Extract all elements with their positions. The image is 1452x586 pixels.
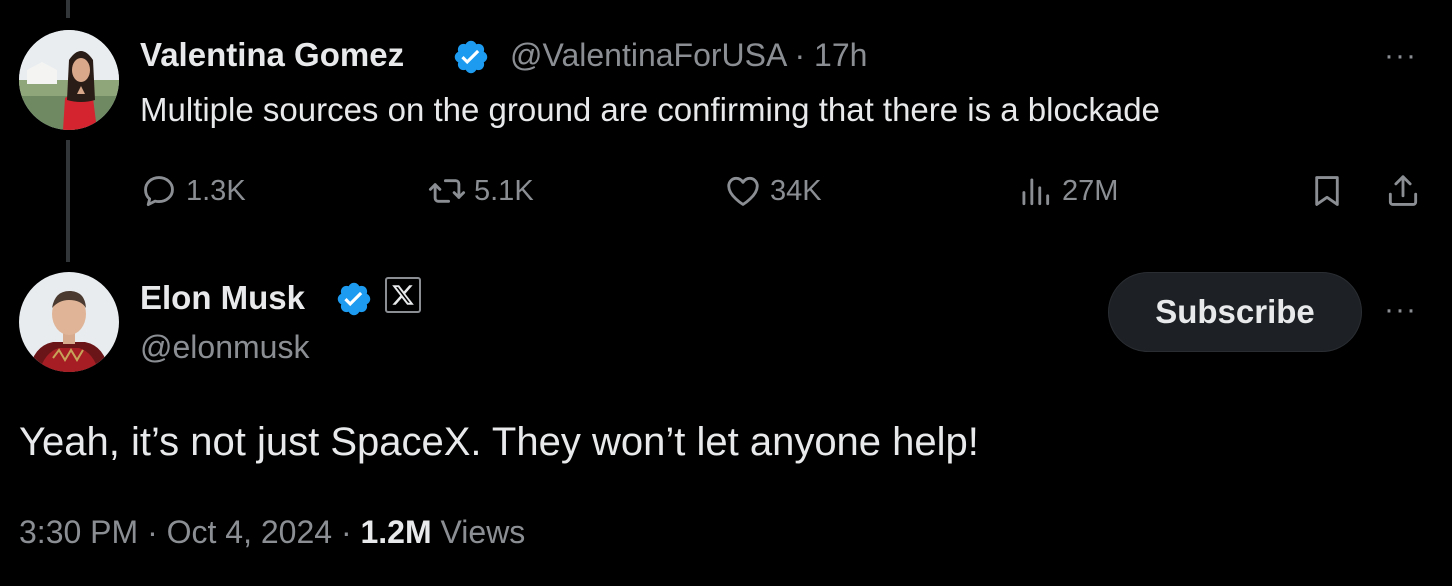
more-options-button[interactable]: ···	[1384, 295, 1417, 325]
views-count: 1.2M	[360, 514, 432, 550]
thread-connector-top	[66, 0, 70, 18]
tweet-metadata: 3:30 PM · Oct 4, 2024 · 1.2M Views	[19, 514, 525, 551]
reply-count: 1.3K	[186, 174, 246, 207]
separator-dot: ·	[340, 514, 352, 550]
separator-dot: ·	[147, 514, 158, 550]
tweet-date[interactable]: Oct 4, 2024	[167, 514, 332, 550]
more-options-button[interactable]: ···	[1384, 41, 1417, 71]
author-handle-line[interactable]: @ValentinaForUSA · 17h	[510, 37, 867, 74]
thread-connector	[66, 140, 70, 262]
tweet-text: Yeah, it’s not just SpaceX. They won’t l…	[19, 420, 979, 464]
author-name[interactable]: Elon Musk	[140, 279, 305, 317]
tweet-time[interactable]: 3:30 PM	[19, 514, 138, 550]
author-name[interactable]: Valentina Gomez	[140, 36, 404, 74]
tweet-text: Multiple sources on the ground are confi…	[140, 91, 1160, 128]
separator-dot: ·	[794, 37, 806, 73]
x-logo-icon	[392, 285, 414, 305]
avatar-elon[interactable]	[19, 272, 119, 372]
repost-icon	[428, 179, 466, 203]
avatar-valentina[interactable]	[19, 30, 119, 130]
like-count: 34K	[770, 174, 822, 207]
author-handle[interactable]: @elonmusk	[140, 329, 309, 366]
heart-icon	[727, 176, 759, 206]
reply-button[interactable]: 1.3K	[140, 168, 246, 214]
views-button[interactable]: 27M	[1016, 168, 1118, 214]
share-icon	[1388, 175, 1418, 206]
share-button[interactable]	[1384, 168, 1422, 214]
subscribe-button[interactable]: Subscribe	[1108, 272, 1362, 352]
views-chart-icon	[1022, 178, 1050, 206]
repost-count: 5.1K	[474, 174, 534, 207]
avatar-photo	[19, 30, 119, 130]
bookmark-button[interactable]	[1308, 168, 1346, 214]
views-count: 27M	[1062, 174, 1119, 207]
like-button[interactable]: 34K	[724, 168, 822, 214]
reply-icon	[144, 176, 174, 207]
repost-button[interactable]: 5.1K	[428, 168, 534, 214]
views-label: Views	[440, 514, 526, 550]
x-affiliation-badge[interactable]	[385, 277, 421, 313]
bookmark-icon	[1315, 176, 1339, 206]
author-handle[interactable]: @ValentinaForUSA	[510, 37, 786, 73]
avatar-photo	[19, 272, 119, 372]
verified-badge-icon	[335, 280, 373, 318]
verified-badge-icon	[452, 38, 490, 76]
tweet-timestamp[interactable]: 17h	[814, 37, 867, 73]
